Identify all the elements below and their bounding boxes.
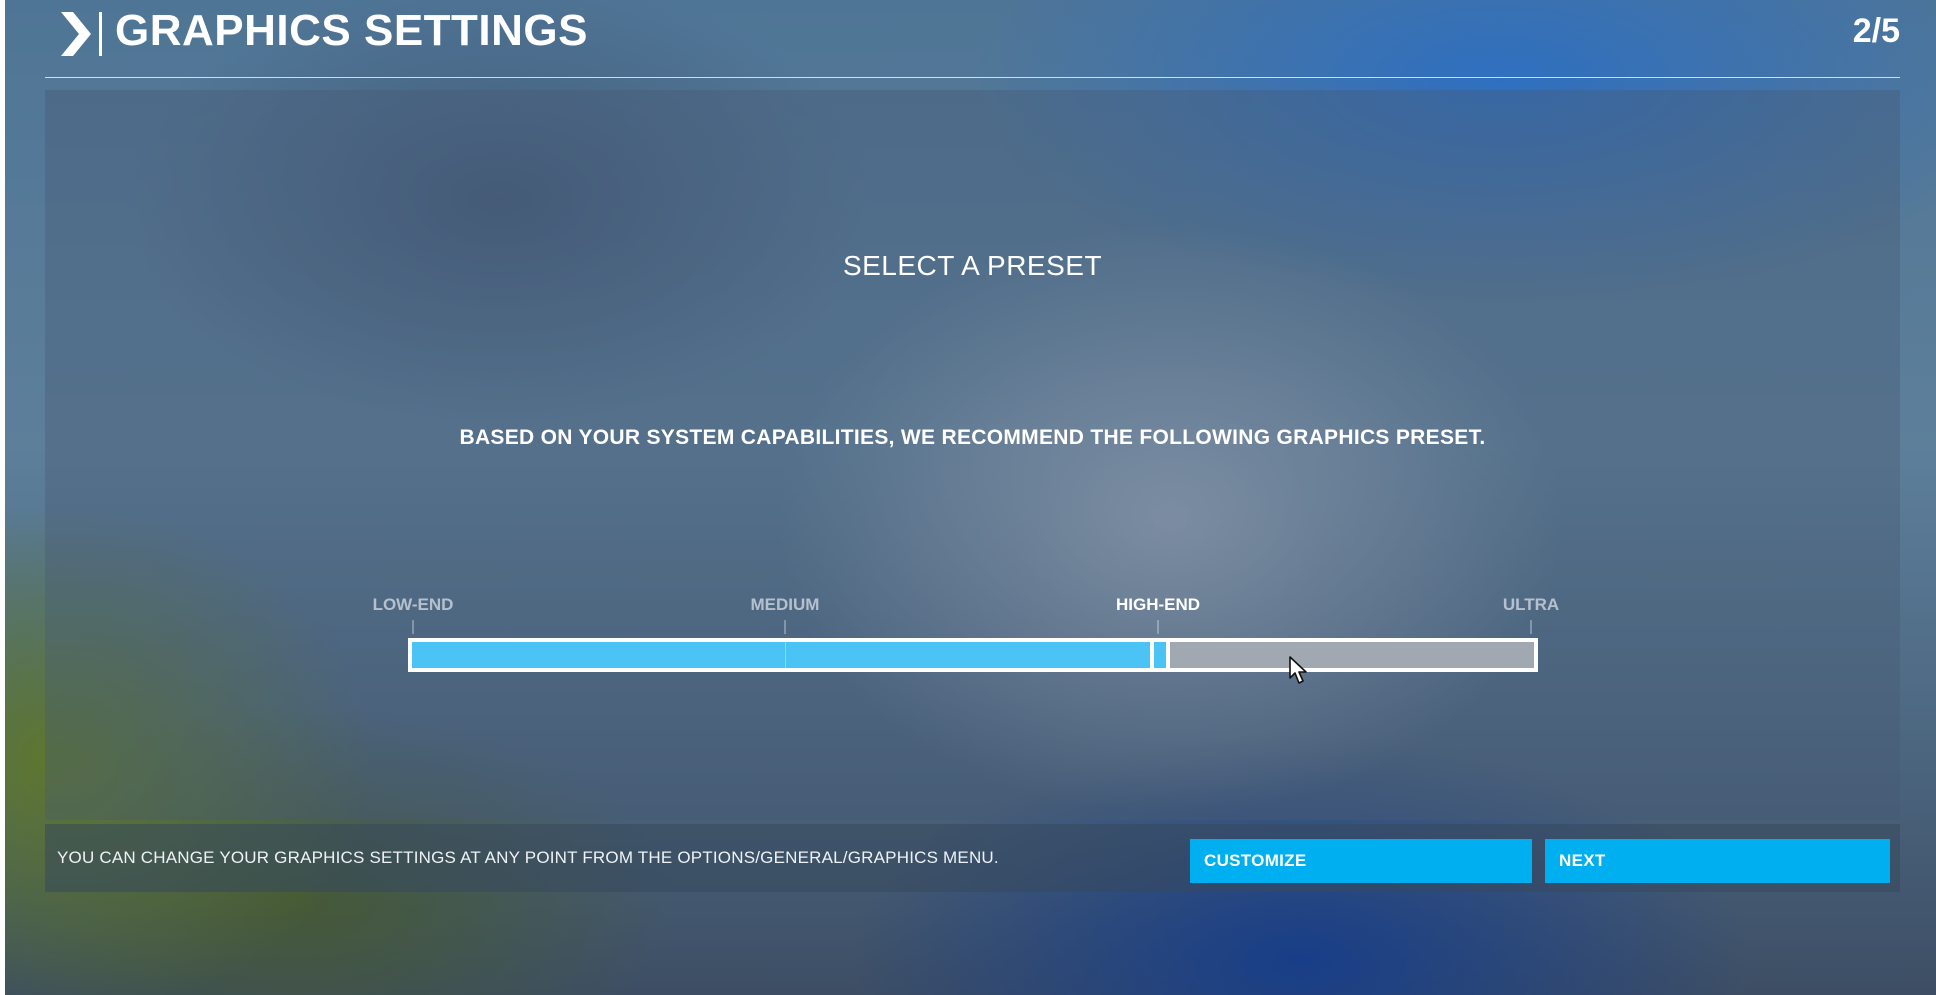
preset-label-medium[interactable]: MEDIUM [751,595,820,615]
chevron-right-icon [61,12,91,56]
preset-panel: SELECT A PRESET BASED ON YOUR SYSTEM CAP… [45,90,1900,820]
next-button[interactable]: NEXT [1545,839,1890,883]
preset-slider-fill [412,642,1161,668]
preset-heading: SELECT A PRESET [842,250,1103,281]
slider-segment-divider [785,642,786,668]
step-indicator: 2/5 [1852,12,1900,50]
recommendation-text: BASED ON YOUR SYSTEM CAPABILITIES, WE RE… [459,426,1486,449]
footer-note: YOU CAN CHANGE YOUR GRAPHICS SETTINGS AT… [57,848,999,867]
mouse-cursor-icon [1289,656,1307,684]
page-title: GRAPHICS SETTINGS [115,6,588,55]
left-edge-strip [0,0,5,995]
preset-label-low-end[interactable]: LOW-END [373,595,454,615]
header-underline [45,77,1900,78]
preset-label-ultra[interactable]: ULTRA [1503,595,1559,615]
preset-tick-medium [784,620,786,634]
customize-button[interactable]: CUSTOMIZE [1190,839,1532,883]
graphics-settings-screen: GRAPHICS SETTINGS 2/5 SELECT A PRESET BA… [0,0,1936,995]
preset-tick-high-end [1157,620,1159,634]
header-divider-bar [99,12,102,56]
preset-tick-ultra [1530,620,1532,634]
preset-slider-track[interactable] [408,638,1538,672]
footer-bar: YOU CAN CHANGE YOUR GRAPHICS SETTINGS AT… [45,824,1900,892]
preset-slider-thumb[interactable] [1150,638,1171,672]
preset-label-high-end[interactable]: HIGH-END [1116,595,1200,615]
preset-tick-low-end [412,620,414,634]
header: GRAPHICS SETTINGS 2/5 [45,0,1900,78]
